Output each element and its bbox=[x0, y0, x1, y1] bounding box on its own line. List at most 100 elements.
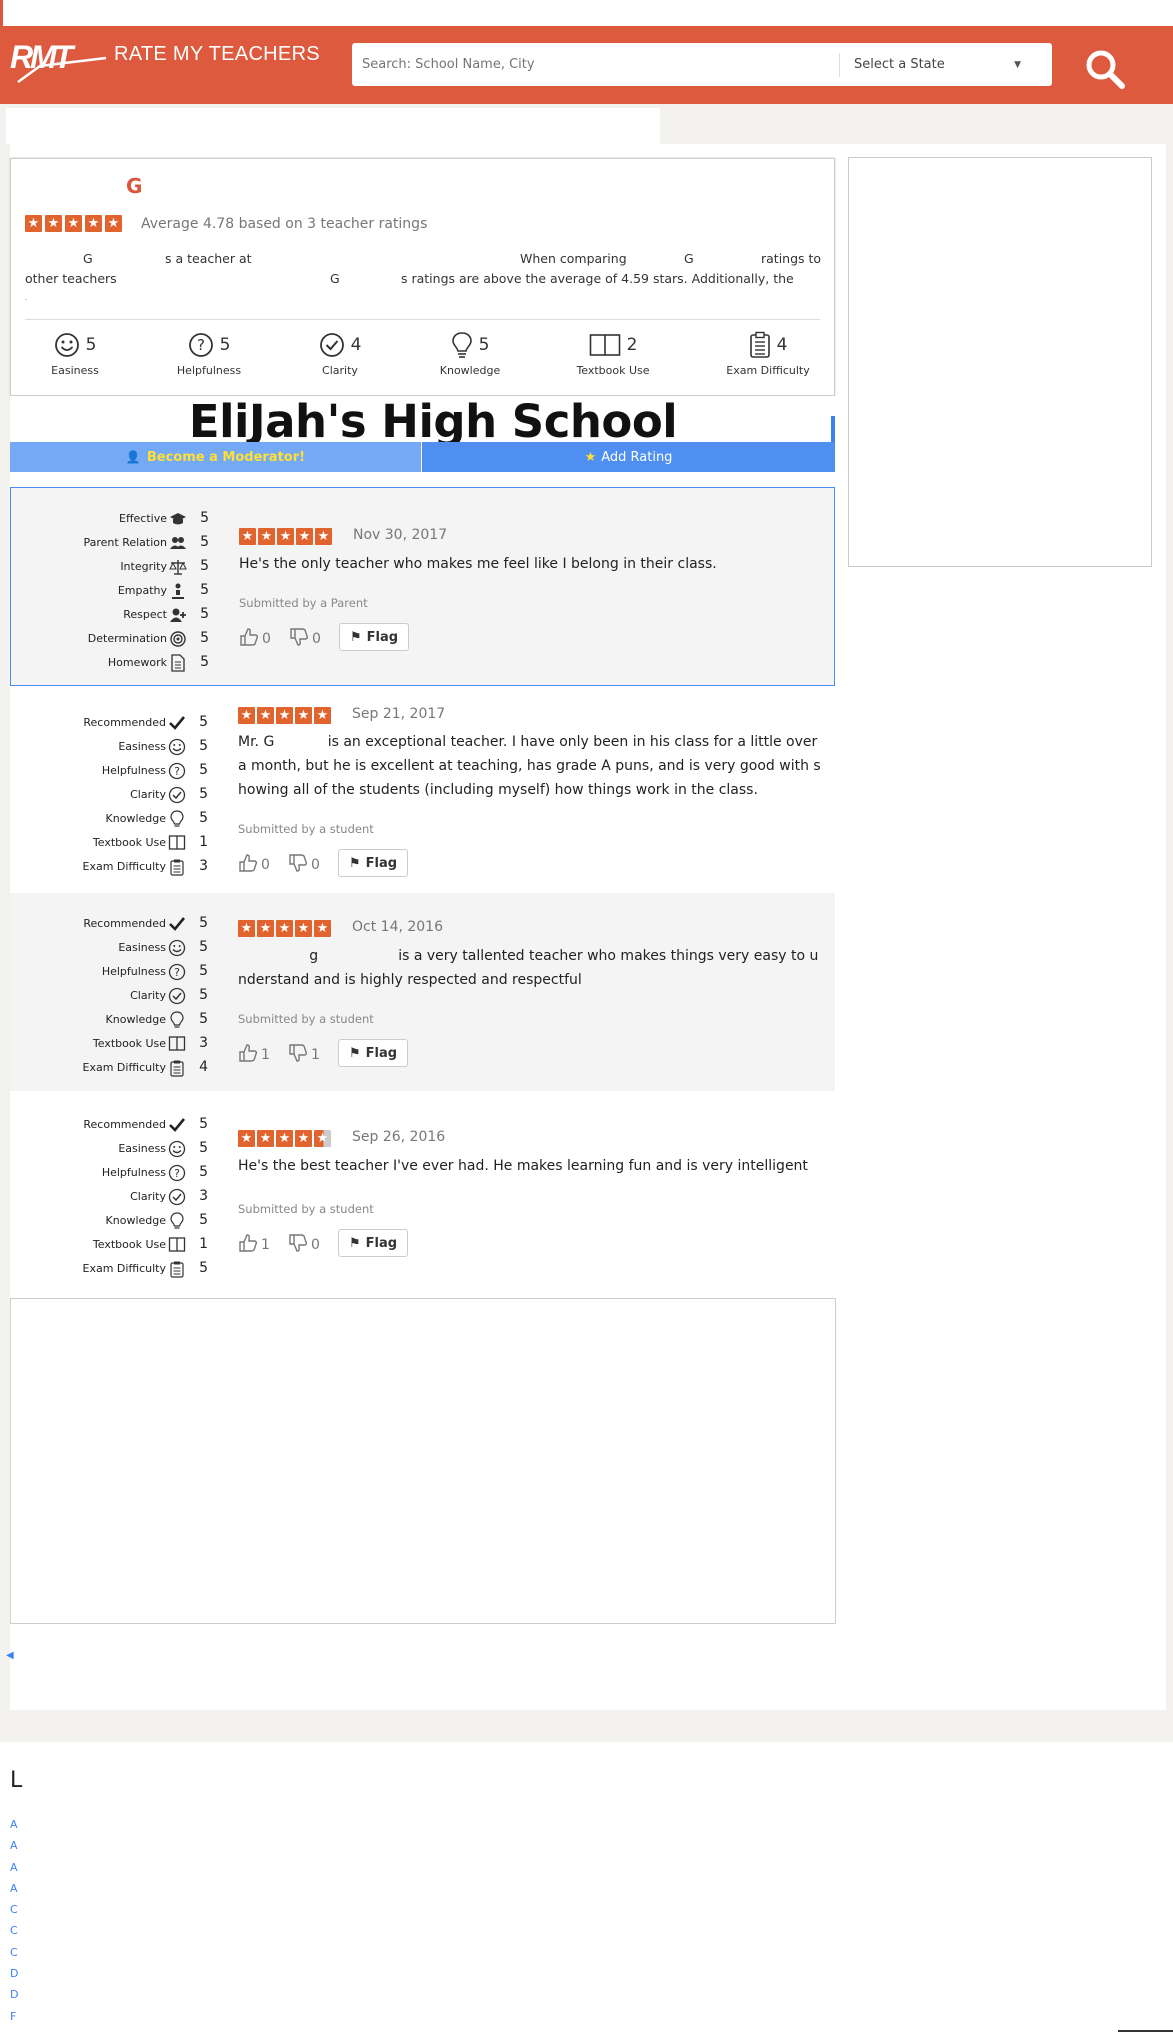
thumbs-up-button[interactable]: 0 bbox=[238, 853, 288, 873]
review-date: Nov 30, 2017 bbox=[353, 527, 448, 543]
down-count: 0 bbox=[311, 857, 320, 873]
flag-icon: ⚑ bbox=[349, 855, 361, 871]
school-name[interactable]: EliJah's High School bbox=[0, 395, 866, 448]
flag-button[interactable]: ⚑ Flag bbox=[338, 1229, 409, 1257]
review-date: Sep 21, 2017 bbox=[352, 706, 446, 722]
checkmark-icon bbox=[168, 1116, 186, 1134]
category-value: 5 bbox=[200, 606, 209, 622]
review-category-row: Empathy 5 bbox=[11, 580, 211, 604]
thumbs-down-button[interactable]: 0 bbox=[288, 1233, 338, 1253]
category-value: 5 bbox=[200, 654, 209, 670]
thumbs-down-button[interactable]: 1 bbox=[288, 1043, 338, 1063]
flag-button[interactable]: ⚑ Flag bbox=[339, 623, 410, 651]
desc-part: G bbox=[684, 251, 694, 266]
review-category-row: Exam Difficulty 4 bbox=[10, 1057, 210, 1081]
become-moderator-button[interactable]: 👤 Become a Moderator! bbox=[10, 442, 422, 472]
thumbs-up-button[interactable]: 0 bbox=[239, 627, 289, 647]
footer-link[interactable]: F bbox=[10, 2010, 18, 2031]
footer-heading: L bbox=[10, 1768, 23, 1793]
review-category-row: Textbook Use 1 bbox=[10, 1234, 210, 1258]
review-category-row: Respect 5 bbox=[11, 604, 211, 628]
category-label: Exam Difficulty bbox=[82, 1262, 166, 1275]
metric-textbook-use: 2 Textbook Use bbox=[553, 331, 673, 377]
users-icon bbox=[169, 534, 187, 552]
review-date: Sep 26, 2016 bbox=[352, 1129, 446, 1145]
category-value: 5 bbox=[199, 1260, 208, 1276]
flag-button[interactable]: ⚑ Flag bbox=[338, 849, 409, 877]
thumbs-down-button[interactable]: 0 bbox=[288, 853, 338, 873]
smile-icon bbox=[168, 738, 186, 756]
metric-label: Clarity bbox=[322, 364, 358, 377]
footer-link[interactable]: C bbox=[10, 1946, 18, 1967]
pager-arrow-icon[interactable]: ◀ bbox=[6, 1650, 14, 1661]
thumbs-up-button[interactable]: 1 bbox=[238, 1043, 288, 1063]
review-category-row: Effective 5 bbox=[11, 508, 211, 532]
review-categories: Recommended 5 Easiness 5 Helpfulness? 5 Clarit… bbox=[10, 712, 210, 880]
scale-icon bbox=[169, 558, 187, 576]
search-bar: Select a State ▼ bbox=[352, 43, 1052, 86]
up-count: 1 bbox=[261, 1237, 270, 1253]
review-votes: 0 0 ⚑ Flag bbox=[239, 623, 410, 651]
add-rating-button[interactable]: ★ Add Rating bbox=[422, 442, 835, 472]
search-icon[interactable] bbox=[1082, 46, 1128, 92]
category-value: 5 bbox=[199, 987, 208, 1003]
category-value: 5 bbox=[199, 1140, 208, 1156]
footer-link[interactable]: C bbox=[10, 1924, 18, 1945]
star-icon: ★ bbox=[65, 215, 82, 232]
state-select[interactable]: Select a State ▼ bbox=[839, 53, 1051, 77]
review-stars: ★ ★ ★ ★ ★ bbox=[238, 1130, 331, 1147]
category-label: Clarity bbox=[130, 788, 166, 801]
star-icon: ★ bbox=[276, 1130, 293, 1147]
star-icon: ★ bbox=[258, 528, 275, 545]
review-category-row: Clarity 5 bbox=[10, 985, 210, 1009]
metric-exam-difficulty: 4 Exam Difficulty bbox=[708, 331, 828, 377]
thumbs-down-button[interactable]: 0 bbox=[289, 627, 339, 647]
teacher-metrics: 5 Easiness ? 5 Helpfulness 4 Clarity 5 K… bbox=[25, 331, 825, 385]
category-value: 5 bbox=[199, 810, 208, 826]
star-icon: ★ bbox=[25, 215, 42, 232]
check-circle-icon bbox=[168, 786, 186, 804]
footer-link[interactable]: D bbox=[10, 1967, 18, 1988]
smile-icon bbox=[168, 939, 186, 957]
review-category-row: Homework 5 bbox=[11, 652, 211, 676]
footer-link[interactable]: A bbox=[10, 1839, 18, 1860]
flag-icon: ⚑ bbox=[349, 1235, 361, 1251]
category-value: 5 bbox=[199, 939, 208, 955]
review-submitter: Submitted by a student bbox=[238, 1012, 374, 1026]
graduation-cap-icon bbox=[169, 510, 187, 528]
category-value: 5 bbox=[200, 582, 209, 598]
category-value: 3 bbox=[199, 1035, 208, 1051]
metric-label: Easiness bbox=[51, 364, 99, 377]
review-category-row: Textbook Use 3 bbox=[10, 1033, 210, 1057]
metric-label: Knowledge bbox=[439, 364, 501, 377]
review-category-row: Recommended 5 bbox=[10, 1114, 210, 1138]
footer-link[interactable]: A bbox=[10, 1882, 18, 1903]
clipboard-icon bbox=[168, 858, 186, 876]
footer-link[interactable]: D bbox=[10, 1988, 18, 2009]
search-input[interactable] bbox=[352, 43, 838, 86]
thumbs-down-icon bbox=[289, 854, 308, 872]
clipboard-icon bbox=[749, 331, 770, 358]
footer-link[interactable]: A bbox=[10, 1861, 18, 1882]
category-value: 5 bbox=[199, 1164, 208, 1180]
thumbs-up-button[interactable]: 1 bbox=[238, 1233, 288, 1253]
flag-label: Flag bbox=[365, 855, 398, 871]
teacher-profile-card: G ★ ★ ★ ★ ★ Average 4.78 based on 3 teac… bbox=[10, 158, 835, 396]
star-icon: ★ bbox=[238, 920, 255, 937]
review-card: Recommended 5 Easiness 5 Helpfulness? 5 Clarit… bbox=[10, 893, 835, 1091]
flag-button[interactable]: ⚑ Flag bbox=[338, 1039, 409, 1067]
star-icon: ★ bbox=[238, 707, 255, 724]
category-label: Knowledge bbox=[105, 1214, 166, 1227]
top-ad-slot bbox=[6, 108, 660, 144]
lightbulb-icon bbox=[168, 1212, 186, 1230]
check-circle-icon bbox=[168, 987, 186, 1005]
svg-text:RMT: RMT bbox=[10, 39, 76, 75]
footer-link[interactable]: C bbox=[10, 1903, 18, 1924]
footer-link[interactable]: A bbox=[10, 1818, 18, 1839]
brand-title[interactable]: RATE MY TEACHERS bbox=[114, 43, 320, 66]
book-icon bbox=[168, 1236, 186, 1254]
review-category-row: Clarity 3 bbox=[10, 1186, 210, 1210]
footer-links: AAAACCCDDF bbox=[10, 1818, 18, 2031]
review-category-row: Helpfulness? 5 bbox=[10, 961, 210, 985]
rmt-logo[interactable]: RMT bbox=[10, 36, 110, 88]
